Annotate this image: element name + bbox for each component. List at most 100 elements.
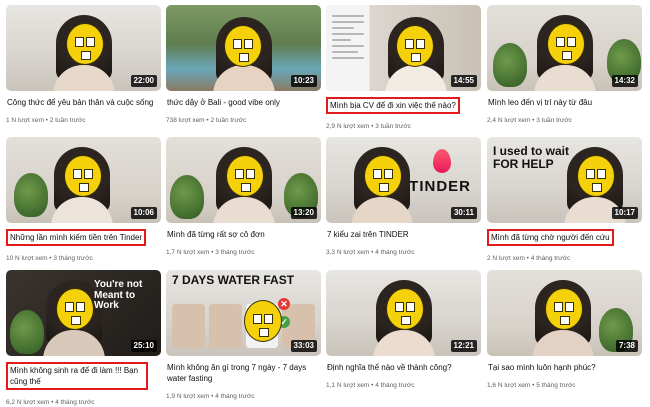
video-meta: 1,7 N lượt xem • 3 tháng trước [166, 249, 255, 256]
video-title[interactable]: Mình đã từng chờ người đến cứu [487, 229, 614, 246]
video-card[interactable]: 7 DAYS WATER FAST ✕ ✓ 33:03 Mình không ă… [166, 270, 321, 401]
video-thumbnail[interactable]: 7 DAYS WATER FAST ✕ ✓ 33:03 [166, 270, 321, 356]
view-count: 3,3 N lượt xem [326, 249, 370, 256]
video-card[interactable]: TINDER 30:11 7 kiểu zai trên TINDER 3,3 … [326, 137, 481, 257]
video-card[interactable]: 22:00 Công thức để yêu bản thân và cuộc … [6, 5, 161, 125]
upload-age: 4 tháng trước [375, 249, 415, 256]
video-thumbnail[interactable]: 22:00 [6, 5, 161, 91]
thumbnail-overlay-text: TINDER [409, 178, 471, 195]
view-count: 1,7 N lượt xem [166, 249, 210, 256]
video-thumbnail[interactable]: 7:38 [487, 270, 642, 356]
video-title[interactable]: thức dậy ở Bali - good vibe only [166, 97, 281, 108]
video-thumbnail[interactable]: You're not Meant to Work 25:10 [6, 270, 161, 356]
video-duration: 25:10 [130, 340, 157, 352]
video-meta: 738 lượt xem • 2 tuần trước [166, 117, 247, 124]
video-duration: 12:21 [450, 340, 477, 352]
view-count: 1,1 N lượt xem [326, 382, 370, 389]
upload-age: 4 tháng trước [375, 382, 415, 389]
tinder-flame-icon [433, 149, 451, 173]
video-title[interactable]: Tại sao mình luôn hạnh phúc? [487, 362, 597, 373]
video-meta: 1,1 N lượt xem • 4 tháng trước [326, 382, 415, 389]
video-duration: 10:06 [130, 207, 157, 219]
face-mask-icon [244, 300, 282, 342]
upload-age: 3 tuần trước [536, 117, 572, 124]
face-mask-icon [386, 288, 424, 330]
view-count: 2 N lượt xem [487, 255, 525, 262]
face-mask-icon [577, 155, 615, 197]
video-duration: 13:20 [290, 207, 317, 219]
video-title[interactable]: Mình bịa CV để đi xin việc thế nào? [326, 97, 460, 114]
video-duration: 7:38 [615, 340, 638, 352]
view-count: 10 N lượt xem [6, 255, 48, 262]
video-thumbnail[interactable]: 10:23 [166, 5, 321, 91]
cv-document-icon [332, 11, 364, 63]
video-meta: 6,2 N lượt xem • 4 tháng trước [6, 399, 95, 406]
upload-age: 4 tháng trước [530, 255, 571, 262]
upload-age: 3 tuần trước [375, 123, 411, 130]
video-duration: 14:32 [611, 75, 638, 87]
video-thumbnail[interactable]: I used to wait FOR HELP 10:17 [487, 137, 642, 223]
video-title[interactable]: Mình leo đến vị trí này từ đâu [487, 97, 593, 108]
face-mask-icon [226, 155, 264, 197]
video-card[interactable]: 14:55 Mình bịa CV để đi xin việc thế nào… [326, 5, 481, 131]
video-duration: 30:11 [450, 207, 477, 219]
video-card[interactable]: 10:06 Những lần mình kiếm tiền trên Tind… [6, 137, 161, 263]
video-thumbnail[interactable]: 10:06 [6, 137, 161, 223]
video-title[interactable]: Mình không ăn gì trong 7 ngày - 7 days w… [166, 362, 321, 384]
video-duration: 10:17 [611, 207, 638, 219]
face-mask-icon [56, 288, 94, 330]
video-meta: 2,9 N lượt xem • 3 tuần trước [326, 123, 411, 130]
face-mask-icon [547, 23, 585, 65]
view-count: 2,4 N lượt xem [487, 117, 531, 124]
video-title[interactable]: Công thức để yêu bản thân và cuộc sống [6, 97, 154, 108]
upload-age: 4 tháng trước [55, 399, 95, 406]
video-meta: 2,4 N lượt xem • 3 tuần trước [487, 117, 572, 124]
upload-age: 3 tháng trước [53, 255, 93, 262]
video-thumbnail[interactable]: 12:21 [326, 270, 481, 356]
video-title[interactable]: Những lần mình kiếm tiền trên Tinder [6, 229, 147, 246]
view-count: 738 lượt xem [166, 117, 205, 124]
video-title[interactable]: Mình không sinh ra để đi làm !!! Bạn cũn… [6, 362, 148, 390]
video-title[interactable]: Mình đã từng rất sợ cô đơn [166, 229, 266, 240]
video-card[interactable]: 7:38 Tại sao mình luôn hạnh phúc? 1,6 N … [487, 270, 642, 390]
video-duration: 14:55 [450, 75, 477, 87]
video-card[interactable]: 12:21 Định nghĩa thế nào về thành công? … [326, 270, 481, 390]
face-mask-icon [364, 155, 402, 197]
video-thumbnail[interactable]: 13:20 [166, 137, 321, 223]
video-meta: 10 N lượt xem • 3 tháng trước [6, 255, 93, 262]
video-meta: 1 N lượt xem • 2 tuần trước [6, 117, 86, 124]
video-meta: 3,3 N lượt xem • 4 tháng trước [326, 249, 415, 256]
video-card[interactable]: 10:23 thức dậy ở Bali - good vibe only 7… [166, 5, 321, 125]
view-count: 2,9 N lượt xem [326, 123, 370, 130]
video-card[interactable]: I used to wait FOR HELP 10:17 Mình đã từ… [487, 137, 642, 263]
video-grid: 22:00 Công thức để yêu bản thân và cuộc … [0, 0, 650, 406]
face-mask-icon [545, 288, 583, 330]
video-duration: 33:03 [290, 340, 317, 352]
thumbnail-overlay-text: 7 DAYS WATER FAST [172, 273, 295, 287]
video-thumbnail[interactable]: 14:32 [487, 5, 642, 91]
video-meta: 1,6 N lượt xem • 5 tháng trước [487, 382, 576, 389]
upload-age: 2 tuần trước [210, 117, 247, 124]
video-card[interactable]: 13:20 Mình đã từng rất sợ cô đơn 1,7 N l… [166, 137, 321, 257]
thumbnail-overlay-text: You're not Meant to Work [94, 279, 143, 311]
face-mask-icon [224, 25, 262, 67]
video-title[interactable]: Định nghĩa thế nào về thành công? [326, 362, 453, 373]
video-card[interactable]: You're not Meant to Work 25:10 Mình khôn… [6, 270, 161, 407]
face-mask-icon [396, 25, 434, 67]
upload-age: 2 tuần trước [49, 117, 86, 124]
video-card[interactable]: 14:32 Mình leo đến vị trí này từ đâu 2,4… [487, 5, 642, 125]
view-count: 1,9 N lượt xem [166, 393, 210, 400]
video-title[interactable]: 7 kiểu zai trên TINDER [326, 229, 410, 240]
thumbnail-overlay-text: I used to wait FOR HELP [493, 144, 570, 171]
upload-age: 3 tháng trước [215, 249, 255, 256]
video-thumbnail[interactable]: 14:55 [326, 5, 481, 91]
upload-age: 4 tháng trước [215, 393, 255, 400]
face-mask-icon [64, 155, 102, 197]
video-duration: 22:00 [130, 75, 157, 87]
view-count: 1,6 N lượt xem [487, 382, 531, 389]
face-mask-icon [66, 23, 104, 65]
upload-age: 5 tháng trước [536, 382, 576, 389]
x-mark-icon: ✕ [278, 298, 290, 310]
view-count: 1 N lượt xem [6, 117, 44, 124]
video-thumbnail[interactable]: TINDER 30:11 [326, 137, 481, 223]
